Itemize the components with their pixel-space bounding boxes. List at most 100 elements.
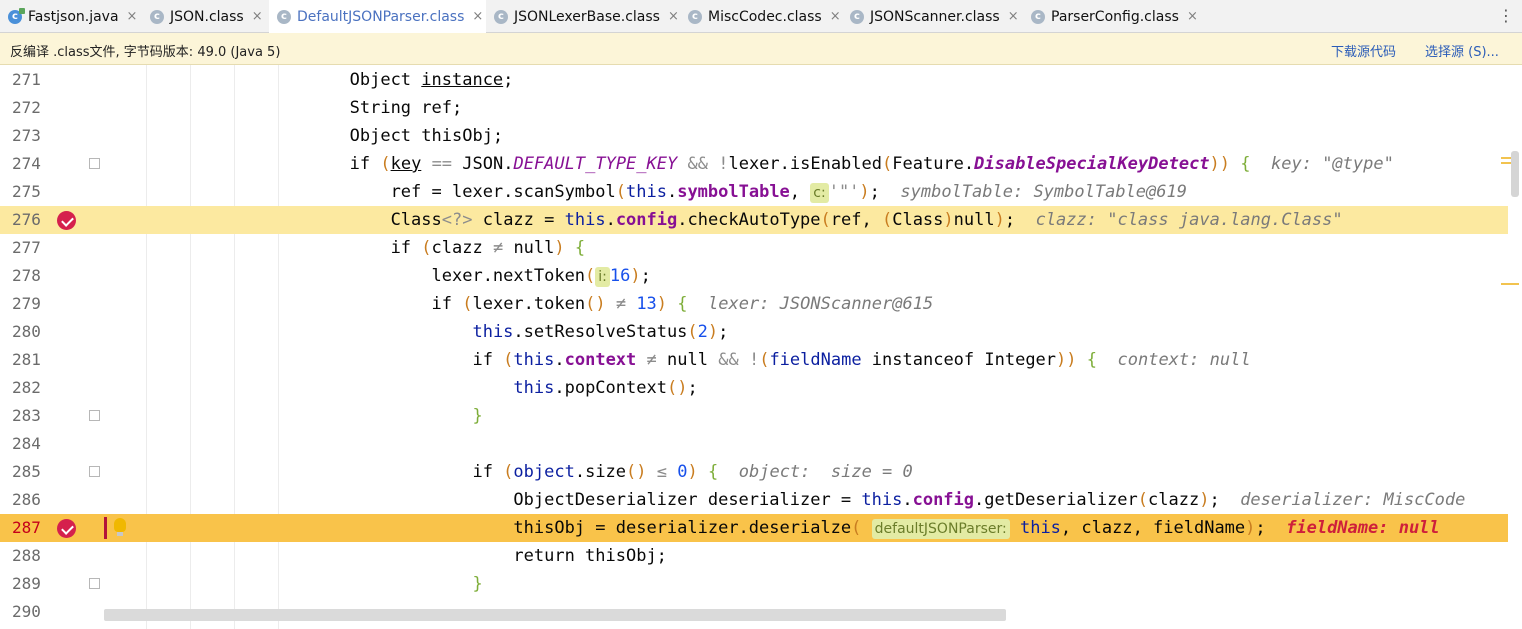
tab-label: JSONScanner.class xyxy=(870,8,1000,25)
debug-value-hint: object: size = 0 xyxy=(738,462,913,482)
tab-jsonscanner-class[interactable]: c JSONScanner.class × xyxy=(842,0,1023,33)
close-icon[interactable]: × xyxy=(127,9,138,24)
tab-jsonlexerbase-class[interactable]: c JSONLexerBase.class × xyxy=(486,0,680,33)
tab-label: MiscCodec.class xyxy=(708,8,822,25)
editor-marker-strip[interactable] xyxy=(1501,65,1522,629)
code-line: 288 return thisObj; xyxy=(0,542,1522,570)
fold-marker-icon[interactable] xyxy=(89,158,100,169)
line-number: 287 xyxy=(12,518,41,537)
breakpoint-icon[interactable] xyxy=(57,519,76,538)
error-stripe-mark[interactable] xyxy=(1501,283,1519,285)
class-file-icon: c xyxy=(494,9,508,24)
code-line: 272 String ref; xyxy=(0,94,1522,122)
parameter-hint: defaultJSONParser: xyxy=(871,519,1010,539)
breakpoint-icon[interactable] xyxy=(57,211,76,230)
code-text: if (lexer.token() ≠ 13) { lexer: JSONSca… xyxy=(104,294,934,314)
fold-marker-icon[interactable] xyxy=(89,466,100,477)
code-line: 273 Object thisObj; xyxy=(0,122,1522,150)
line-number: 279 xyxy=(12,294,41,313)
line-number: 290 xyxy=(12,602,41,621)
close-icon[interactable]: × xyxy=(1008,9,1019,24)
code-text: } xyxy=(472,574,483,594)
download-source-link[interactable]: 下载源代码 xyxy=(1331,41,1396,60)
debug-value-hint: key: "@type" xyxy=(1271,154,1394,174)
parameter-hint: i: xyxy=(595,267,610,287)
code-text: ObjectDeserializer deserializer = this.c… xyxy=(104,490,1466,510)
close-icon[interactable]: × xyxy=(1187,9,1198,24)
code-text: Class<?> clazz = this.config.checkAutoTy… xyxy=(104,210,1343,230)
code-text: ref = lexer.scanSymbol(this.symbolTable,… xyxy=(104,182,1187,203)
code-line: 275 ref = lexer.scanSymbol(this.symbolTa… xyxy=(0,178,1522,206)
tab-label: Fastjson.java xyxy=(28,8,119,25)
line-number: 277 xyxy=(12,238,41,257)
class-file-icon: c xyxy=(850,9,864,24)
close-icon[interactable]: × xyxy=(830,9,841,24)
class-file-icon: c xyxy=(150,9,164,24)
code-text: Object thisObj; xyxy=(104,126,504,146)
horizontal-scrollbar-thumb[interactable] xyxy=(104,609,1006,621)
close-icon[interactable]: × xyxy=(472,9,483,24)
debug-value-hint: lexer: JSONScanner@615 xyxy=(708,294,934,314)
code-text: return thisObj; xyxy=(104,546,667,566)
debug-value-hint: symbolTable: SymbolTable@619 xyxy=(900,182,1187,202)
class-file-icon: c xyxy=(688,9,702,24)
debug-value-hint: deserializer: MiscCode xyxy=(1240,490,1466,510)
close-icon[interactable]: × xyxy=(668,9,679,24)
code-line: 285 if (object.size() ≤ 0) { object: siz… xyxy=(0,458,1522,486)
code-text: lexer.nextToken(i: 16); xyxy=(104,266,651,287)
line-number: 278 xyxy=(12,266,41,285)
parameter-hint: c: xyxy=(810,183,829,203)
code-line: 286 ObjectDeserializer deserializer = th… xyxy=(0,486,1522,514)
tab-defaultjsonparser-class[interactable]: c DefaultJSONParser.class × xyxy=(269,0,486,33)
current-execution-line: 287 thisObj = deserializer.deserialze( d… xyxy=(0,514,1522,542)
code-editor[interactable]: 271 Object instance; 272 String ref; 273… xyxy=(0,65,1522,629)
line-number: 272 xyxy=(12,98,41,117)
line-number: 281 xyxy=(12,350,41,369)
more-menu-icon[interactable]: ⋮ xyxy=(1498,6,1514,25)
line-number: 275 xyxy=(12,182,41,201)
java-file-icon: c xyxy=(8,7,25,24)
code-line: 284 xyxy=(0,430,1522,458)
code-text: this.popContext(); xyxy=(513,378,698,398)
code-text: Object instance; xyxy=(104,70,514,90)
debug-value-hint: fieldName: null xyxy=(1286,518,1440,538)
code-text: String ref; xyxy=(104,98,463,118)
code-line: 289 } xyxy=(0,570,1522,598)
fold-marker-icon[interactable] xyxy=(89,410,100,421)
line-number: 289 xyxy=(12,574,41,593)
code-line: 278 lexer.nextToken(i: 16); xyxy=(0,262,1522,290)
code-line: 274 if (key == JSON.DEFAULT_TYPE_KEY && … xyxy=(0,150,1522,178)
vertical-scrollbar-thumb[interactable] xyxy=(1511,151,1519,197)
code-text: if (clazz ≠ null) { xyxy=(104,238,586,258)
fold-marker-icon[interactable] xyxy=(89,578,100,589)
breakpoint-line: 276 Class<?> clazz = this.config.checkAu… xyxy=(0,206,1522,234)
tab-label: JSON.class xyxy=(170,8,244,25)
line-number: 280 xyxy=(12,322,41,341)
tab-label: ParserConfig.class xyxy=(1051,8,1179,25)
line-number: 276 xyxy=(12,210,41,229)
code-text: if (object.size() ≤ 0) { object: size = … xyxy=(104,462,913,482)
line-number: 286 xyxy=(12,490,41,509)
editor-tab-bar: c Fastjson.java × c JSON.class × c Defau… xyxy=(0,0,1522,33)
class-file-icon: c xyxy=(1031,9,1045,24)
line-number: 288 xyxy=(12,546,41,565)
close-icon[interactable]: × xyxy=(252,9,263,24)
tab-misccodec-class[interactable]: c MiscCodec.class × xyxy=(680,0,842,33)
code-text: thisObj = deserializer.deserialze( defau… xyxy=(104,518,1440,539)
decompiled-message: 反编译 .class文件, 字节码版本: 49.0 (Java 5) xyxy=(10,45,281,60)
tab-parserconfig-class[interactable]: c ParserConfig.class × xyxy=(1023,0,1203,33)
line-number: 284 xyxy=(12,434,41,453)
code-line: 279 if (lexer.token() ≠ 13) { lexer: JSO… xyxy=(0,290,1522,318)
code-text: this.setResolveStatus(2); xyxy=(472,322,729,342)
debug-value-hint: context: null xyxy=(1117,350,1251,370)
line-number: 285 xyxy=(12,462,41,481)
choose-source-link[interactable]: 选择源 (S)... xyxy=(1425,41,1499,60)
tab-label: DefaultJSONParser.class xyxy=(297,8,465,25)
tab-json-class[interactable]: c JSON.class × xyxy=(142,0,269,33)
code-line: 280 this.setResolveStatus(2); xyxy=(0,318,1522,346)
line-number: 274 xyxy=(12,154,41,173)
code-line: 271 Object instance; xyxy=(0,66,1522,94)
code-text: } xyxy=(472,406,483,426)
tab-fastjson-java[interactable]: c Fastjson.java × xyxy=(0,0,142,33)
debug-value-hint: clazz: "class java.lang.Class" xyxy=(1035,210,1343,230)
